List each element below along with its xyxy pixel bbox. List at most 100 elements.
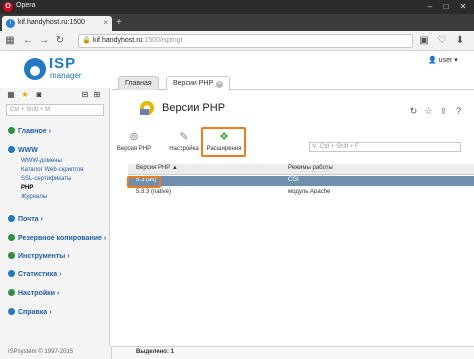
sidebar-item-www-domains[interactable]: WWW-домены [21, 158, 62, 164]
grid-icon[interactable]: ▦ [6, 90, 16, 100]
tab-php-versions-label: Версии PHP [173, 80, 214, 87]
help-icon[interactable]: ? [453, 106, 464, 117]
sidebar-item-mail[interactable]: Почта › [8, 215, 43, 223]
sidebar-item-label: Инструменты [18, 253, 66, 260]
table-header: Версия PHP ▲ Режимы работы [128, 164, 474, 175]
tab-favicon-icon: i [6, 19, 15, 28]
minimize-icon[interactable]: – [424, 1, 436, 12]
sidebar-item-label: Справка [18, 309, 48, 316]
star-icon[interactable]: ★ [20, 90, 30, 100]
extensions-highlight-frame [201, 127, 246, 157]
user-icon: 👤 [428, 57, 437, 64]
export-icon[interactable]: ⇪ [438, 106, 449, 117]
close-tab-icon[interactable]: × [216, 81, 224, 88]
row-highlight-frame [127, 176, 161, 188]
refresh-icon[interactable]: ↻ [408, 106, 419, 117]
user-menu[interactable]: 👤 user ▾ [428, 56, 458, 64]
opera-logo-icon[interactable]: O [3, 2, 13, 12]
settings-label: Настройка [169, 146, 199, 152]
forward-icon[interactable]: → [38, 35, 50, 47]
backup-icon [8, 234, 15, 241]
settings-icon: ✎ [179, 131, 189, 143]
sidebar-item-main[interactable]: Главное › [8, 127, 51, 135]
browser-tab-title: kif.handyhost.ru:1500 [18, 19, 85, 26]
logo-circle-icon [24, 58, 46, 80]
settings-icon [8, 289, 15, 296]
sidebar: ▦ ★ ◙ ⊟ ⊞ Ctrl + Shift + M Главное › WWW… [0, 88, 110, 346]
reload-icon[interactable]: ↻ [54, 35, 66, 47]
logo-top-text: ISP [49, 55, 77, 72]
logo-bottom-text: manager [50, 71, 82, 80]
sidebar-toolbar: ▦ ★ ◙ ⊟ ⊞ [6, 90, 106, 102]
column-modes[interactable]: Режимы работы [288, 165, 333, 171]
url-path: :1500/ispmgr [142, 37, 183, 44]
tools-icon [8, 252, 15, 259]
table-search-input[interactable]: ⚲ Ctrl + Shift + F [309, 142, 461, 152]
settings-button[interactable]: ✎ Настройка [168, 130, 200, 156]
sidebar-item-ssl[interactable]: SSL-сертификаты [21, 176, 71, 182]
table-row[interactable]: 5.3.3 (native) модуль Apache [128, 188, 474, 198]
selection-count: Выделено: 1 [136, 349, 174, 355]
sidebar-item-help[interactable]: Справка › [8, 308, 51, 316]
browser-name: Opera [16, 2, 36, 9]
sidebar-item-label: Главное [18, 128, 47, 135]
browser-titlebar: O Opera – □ ✕ [0, 0, 474, 14]
tab-php-versions[interactable]: Версии PHP × [166, 76, 231, 91]
heart-icon[interactable]: ♡ [436, 35, 448, 47]
new-tab-icon[interactable]: + [116, 17, 122, 29]
php-icon: ⊚ [129, 131, 139, 143]
mail-icon [8, 215, 15, 222]
main-panel: Версии PHP ↻ ☆ ⇪ ? ⊚ Версия PHP ✎ Настро… [112, 90, 474, 346]
sidebar-item-label: Статистика [18, 271, 58, 278]
sidebar-item-label: Настройки [18, 290, 55, 297]
collapse-icon[interactable]: ⊟ [80, 90, 90, 100]
copyright-text: ISPsystem © 1997-2015 [8, 349, 74, 355]
cell-mode: CGI [288, 177, 299, 183]
sidebar-item-label: Резервное копирование [18, 235, 102, 242]
status-bar: Выделено: 1 [112, 346, 474, 359]
tab-home[interactable]: Главная [118, 76, 159, 90]
download-icon[interactable]: ⬇ [454, 35, 466, 47]
close-window-icon[interactable]: ✕ [457, 1, 469, 12]
browser-tabbar: i kif.handyhost.ru:1500 × + [0, 14, 474, 31]
close-tab-icon[interactable]: × [103, 18, 108, 27]
php-version-button[interactable]: ⊚ Версия PHP [116, 130, 152, 156]
help-icon [8, 308, 15, 315]
sidebar-item-logs[interactable]: Журналы [21, 194, 47, 200]
sidebar-item-php[interactable]: PHP [21, 185, 33, 191]
speed-dial-icon[interactable]: ▣ [418, 35, 430, 47]
favorite-icon[interactable]: ☆ [423, 106, 434, 117]
sidebar-grid-icon[interactable]: ▦ [4, 35, 16, 47]
back-icon[interactable]: ← [22, 35, 34, 47]
ispmanager-logo[interactable]: ISP manager [24, 55, 88, 85]
globe-icon [8, 146, 15, 153]
camera-icon[interactable]: ◙ [34, 90, 44, 100]
home-icon [8, 127, 15, 134]
sidebar-item-web-scripts[interactable]: Каталог Web-скриптов [21, 167, 83, 173]
sidebar-item-label: WWW [18, 147, 38, 154]
pin-icon[interactable]: ⊞ [92, 90, 102, 100]
site-info-icon[interactable]: 🔒 [82, 37, 91, 45]
chevron-down-icon: ▾ [454, 57, 458, 64]
sidebar-item-settings[interactable]: Настройки › [8, 289, 59, 297]
url-host: kif.handyhost.ru [93, 37, 143, 44]
column-php-version-label: Версия PHP [136, 165, 171, 171]
table-search-placeholder: Ctrl + Shift + F [320, 144, 359, 150]
sidebar-search-input[interactable]: Ctrl + Shift + M [6, 104, 104, 116]
maximize-icon[interactable]: □ [440, 1, 452, 12]
column-modes-label: Режимы работы [288, 165, 333, 171]
page-title: Версии PHP [162, 102, 226, 114]
statistics-icon [8, 270, 15, 277]
table-row[interactable]: 5.3 (alt) CGI [128, 176, 474, 186]
sidebar-item-statistics[interactable]: Статистика › [8, 270, 61, 278]
column-php-version[interactable]: Версия PHP ▲ [136, 165, 178, 171]
cell-mode: модуль Apache [288, 189, 331, 195]
browser-tab[interactable]: i kif.handyhost.ru:1500 × [2, 16, 112, 31]
sidebar-item-backup[interactable]: Резервное копирование › [8, 234, 106, 242]
sidebar-item-tools[interactable]: Инструменты › [8, 252, 70, 260]
php-version-label: Версия PHP [116, 146, 152, 152]
url-field[interactable]: 🔒 kif.handyhost.ru:1500/ispmgr [78, 34, 413, 48]
tab-home-label: Главная [125, 80, 152, 87]
sidebar-item-www[interactable]: WWW [8, 146, 38, 154]
sidebar-item-label: Почта [18, 216, 39, 223]
